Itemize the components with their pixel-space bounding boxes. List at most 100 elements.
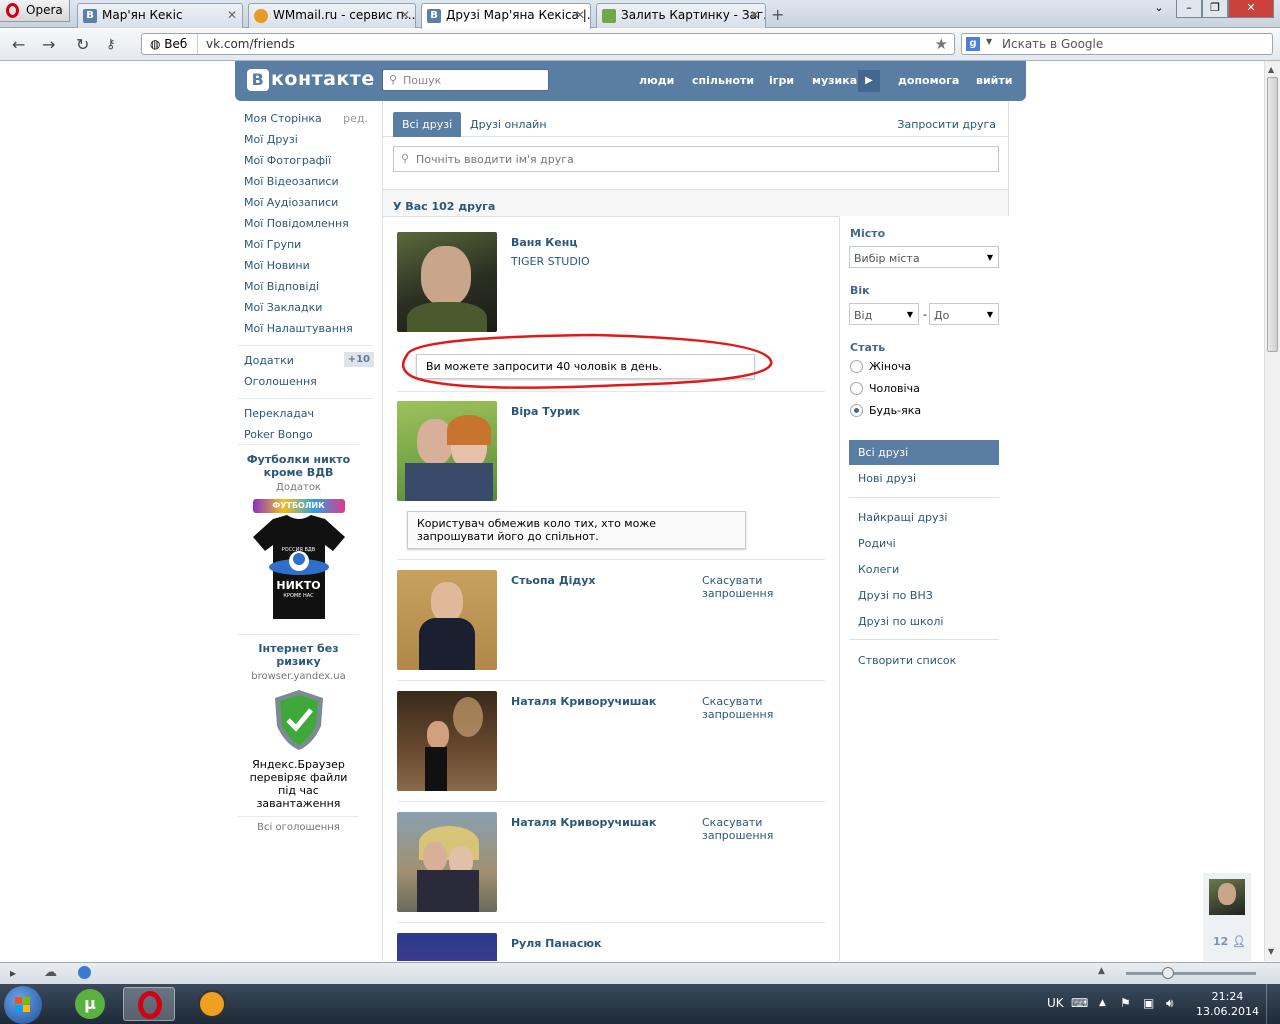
menu-my-audio[interactable]: Мої Аудіозаписи <box>244 194 374 215</box>
scroll-thumb[interactable] <box>1267 77 1278 352</box>
menu-my-settings[interactable]: Мої Налаштування <box>244 320 374 341</box>
menu-my-messages[interactable]: Мої Повідомлення <box>244 215 374 236</box>
list-relatives[interactable]: Родичі <box>849 531 999 556</box>
zoom-slider[interactable] <box>1126 972 1256 975</box>
avatar[interactable] <box>397 933 497 961</box>
menu-my-friends[interactable]: Мої Друзі <box>244 131 374 152</box>
cloud-icon[interactable]: ☁ <box>44 965 57 980</box>
list-university-friends[interactable]: Друзі по ВНЗ <box>849 583 999 608</box>
list-all-friends[interactable]: Всі друзі <box>849 440 999 465</box>
menu-my-photos[interactable]: Мої Фотографії <box>244 152 374 173</box>
list-school-friends[interactable]: Друзі по школі <box>849 609 999 634</box>
nav-music[interactable]: музика <box>812 74 857 87</box>
age-to-select[interactable]: До ▼ <box>929 303 999 325</box>
friend-subtitle[interactable]: TIGER STUDIO <box>511 255 590 268</box>
nav-logout[interactable]: вийти <box>976 74 1012 87</box>
browser-tab[interactable]: Залить Картинку - Заг... ✕ <box>596 3 766 28</box>
menu-my-page[interactable]: Моя Сторінка ред. <box>244 110 374 131</box>
menu-apps[interactable]: Додатки +10 <box>244 352 374 373</box>
menu-my-bookmarks[interactable]: Мої Закладки <box>244 299 374 320</box>
cancel-invite-link[interactable]: Скасувати запрошення <box>702 816 782 842</box>
scroll-down-icon[interactable]: ▼ <box>1268 947 1274 956</box>
nav-communities[interactable]: спільноти <box>692 74 754 87</box>
tab-all-friends[interactable]: Всі друзі <box>393 112 462 137</box>
city-select[interactable]: Вибір міста ▼ <box>849 246 999 268</box>
friend-name[interactable]: Ваня Кенц <box>511 236 578 249</box>
cancel-invite-link[interactable]: Скасувати запрошення <box>702 695 782 721</box>
opera-taskbar-icon[interactable] <box>123 987 175 1021</box>
avatar[interactable] <box>397 232 497 332</box>
tab-list-icon[interactable]: ⌄ <box>1150 0 1168 18</box>
key-icon[interactable]: ⚷ <box>106 37 116 52</box>
list-new-friends[interactable]: Нові друзі <box>849 466 999 491</box>
vk-search-input[interactable]: ⚲ Пошук <box>382 69 549 91</box>
play-icon[interactable]: ▶ <box>858 70 880 92</box>
opera-menu-button[interactable]: Opera <box>0 0 70 22</box>
browser-tab[interactable]: В Мар'ян Кекіс ✕ <box>77 3 243 28</box>
action-center-flag-icon[interactable]: ⚑ <box>1120 996 1131 1010</box>
chevron-down-icon[interactable]: ▼ <box>986 37 992 46</box>
new-tab-icon[interactable]: + <box>771 5 784 24</box>
network-icon[interactable]: ▣ <box>1143 996 1154 1010</box>
all-ads-link[interactable]: Всі оголошення <box>239 822 358 833</box>
utorrent-taskbar-icon[interactable]: µ <box>64 987 116 1021</box>
friend-name[interactable]: Стьопа Дідух <box>511 574 596 587</box>
online-count[interactable]: 12 👤︎ <box>1213 935 1246 948</box>
mini-profile-panel[interactable]: 12 👤︎ <box>1203 873 1251 961</box>
nav-people[interactable]: люди <box>639 74 674 87</box>
list-best-friends[interactable]: Найкращі друзі <box>849 505 999 530</box>
google-search-field[interactable]: g ▼ Искать в Google <box>961 33 1273 55</box>
volume-icon[interactable]: 🔊︎ <box>1166 996 1174 1011</box>
browser-tab[interactable]: WMmail.ru - сервис п... ✕ <box>248 3 416 28</box>
friend-name[interactable]: Наталя Криворучишак <box>511 695 656 708</box>
keyboard-icon[interactable]: ⌨ <box>1071 996 1088 1010</box>
avatar[interactable] <box>1209 879 1245 915</box>
close-window-icon[interactable]: ✕ <box>1228 0 1274 18</box>
create-list-link[interactable]: Створити список <box>849 648 999 673</box>
panel-toggle-icon[interactable]: ▸ <box>10 966 16 980</box>
cancel-invite-link[interactable]: Скасувати запрошення <box>702 574 782 600</box>
nav-games[interactable]: ігри <box>769 74 794 87</box>
show-hidden-icons-icon[interactable]: ▲ <box>1099 998 1106 1008</box>
show-desktop-button[interactable] <box>1266 984 1280 1024</box>
close-tab-icon[interactable]: ✕ <box>227 8 237 22</box>
reload-icon[interactable]: ↻ <box>76 35 89 54</box>
gender-radio-any[interactable]: Будь-яка <box>850 404 921 417</box>
ad-block[interactable]: Футболки никто кроме ВДВ Додаток ФУТБОЛИ… <box>239 453 358 619</box>
minimize-icon[interactable]: – <box>1176 0 1202 18</box>
back-icon[interactable]: ← <box>12 35 25 54</box>
aimp-taskbar-icon[interactable] <box>186 987 238 1021</box>
maximize-icon[interactable]: ❐ <box>1202 0 1228 18</box>
gender-radio-female[interactable]: Жіноча <box>850 360 911 373</box>
friend-name[interactable]: Наталя Криворучишак <box>511 816 656 829</box>
nav-help[interactable]: допомога <box>898 74 959 87</box>
gender-radio-male[interactable]: Чоловіча <box>850 382 920 395</box>
avatar[interactable] <box>397 401 497 501</box>
age-from-select[interactable]: Від ▼ <box>849 303 919 325</box>
menu-app-translator[interactable]: Перекладач <box>244 405 374 426</box>
system-clock[interactable]: 21:24 13.06.2014 <box>1196 989 1259 1019</box>
language-indicator[interactable]: UK <box>1047 996 1064 1010</box>
menu-my-news[interactable]: Мої Новини <box>244 257 374 278</box>
menu-my-answers[interactable]: Мої Відповіді <box>244 278 374 299</box>
address-field[interactable]: ◍ Веб vk.com/friends ★ <box>141 33 955 55</box>
scroll-up-icon[interactable]: ▲ <box>1268 65 1274 74</box>
menu-my-groups[interactable]: Мої Групи <box>244 236 374 257</box>
friend-name[interactable]: Руля Панасюк <box>511 937 602 950</box>
forward-icon[interactable]: → <box>42 35 55 54</box>
bookmark-star-icon[interactable]: ★ <box>935 35 948 53</box>
invite-friend-link[interactable]: Запросити друга <box>897 118 996 131</box>
close-tab-icon[interactable]: ✕ <box>750 8 760 22</box>
tab-friends-online[interactable]: Друзі онлайн <box>470 118 547 131</box>
avatar[interactable] <box>397 570 497 670</box>
close-tab-icon[interactable]: ✕ <box>575 8 585 22</box>
ad-block[interactable]: Інтернет без ризику browser.yandex.ua Ян… <box>239 642 358 810</box>
speed-dial-icon[interactable] <box>78 966 91 979</box>
menu-my-videos[interactable]: Мої Відеозаписи <box>244 173 374 194</box>
web-badge[interactable]: ◍ Веб <box>142 34 198 54</box>
friend-name[interactable]: Віра Турик <box>511 405 580 418</box>
page-info-icon[interactable]: ▲ <box>1098 966 1105 976</box>
menu-ads[interactable]: Оголошення <box>244 373 374 394</box>
vk-logo[interactable]: Вконтакте <box>247 68 375 91</box>
avatar[interactable] <box>397 691 497 791</box>
